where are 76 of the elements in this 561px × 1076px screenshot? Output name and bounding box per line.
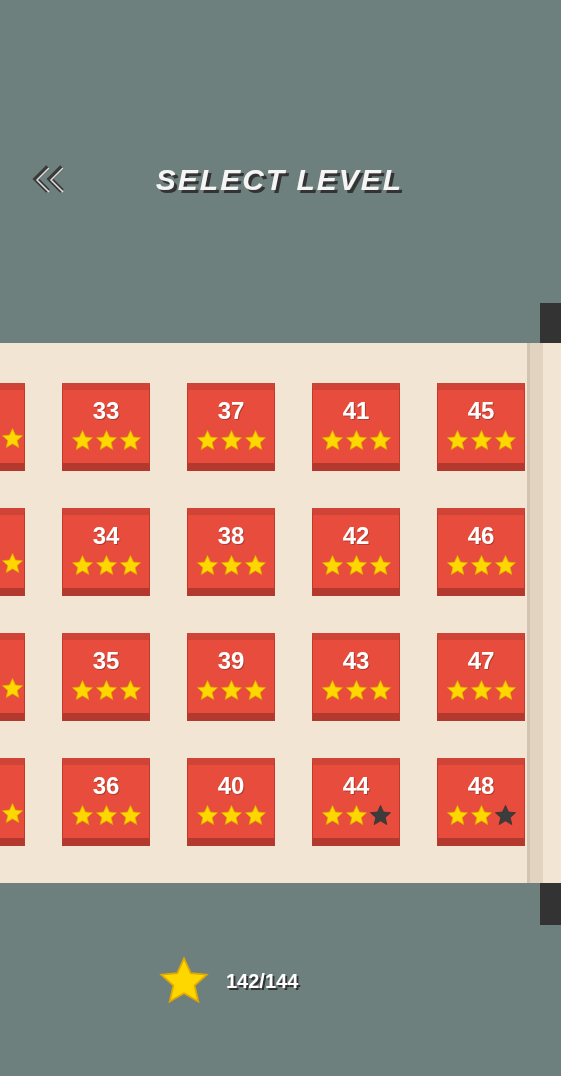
level-tile[interactable]: 43 <box>312 633 400 721</box>
star-icon <box>94 804 118 827</box>
star-icon <box>70 429 94 452</box>
level-tile[interactable]: 33 <box>62 383 150 471</box>
star-icon <box>320 679 344 702</box>
star-icon <box>469 429 493 452</box>
star-icon <box>344 804 368 827</box>
star-icon <box>1 802 24 825</box>
star-icon <box>1 677 24 700</box>
level-tile[interactable] <box>0 758 25 846</box>
star-icon <box>344 554 368 577</box>
star-icon <box>493 804 517 827</box>
level-tile[interactable]: 37 <box>187 383 275 471</box>
star-icon <box>368 429 392 452</box>
star-icon <box>219 679 243 702</box>
star-icon <box>118 554 142 577</box>
panel-edge <box>540 883 561 925</box>
level-tile[interactable]: 46 <box>437 508 525 596</box>
level-tile[interactable]: 35 <box>62 633 150 721</box>
star-icon <box>195 679 219 702</box>
star-icon <box>219 429 243 452</box>
level-tile[interactable]: 42 <box>312 508 400 596</box>
star-icon <box>320 554 344 577</box>
level-tile[interactable]: 45 <box>437 383 525 471</box>
star-icon <box>94 429 118 452</box>
level-tile[interactable]: 39 <box>187 633 275 721</box>
star-icon <box>493 679 517 702</box>
star-icon <box>118 804 142 827</box>
level-tile[interactable] <box>0 508 25 596</box>
star-icon <box>445 679 469 702</box>
star-icon <box>118 429 142 452</box>
star-icon <box>219 804 243 827</box>
level-tile[interactable]: 40 <box>187 758 275 846</box>
star-icon <box>445 429 469 452</box>
star-icon <box>445 804 469 827</box>
star-icon <box>195 804 219 827</box>
star-icon <box>243 679 267 702</box>
star-icon <box>70 679 94 702</box>
star-total: 142/144 <box>226 969 299 994</box>
star-icon <box>469 679 493 702</box>
star-icon <box>243 804 267 827</box>
star-icon <box>445 554 469 577</box>
star-icon <box>1 427 24 450</box>
star-icon <box>469 554 493 577</box>
level-tile[interactable]: 41 <box>312 383 400 471</box>
star-icon <box>320 804 344 827</box>
star-icon <box>368 804 392 827</box>
star-icon <box>243 429 267 452</box>
level-tile[interactable] <box>0 633 25 721</box>
star-icon <box>118 679 142 702</box>
star-icon <box>368 679 392 702</box>
screen-title: SELECT LEVEL <box>155 161 404 198</box>
level-tile[interactable]: 44 <box>312 758 400 846</box>
level-tile[interactable] <box>0 383 25 471</box>
level-tile[interactable]: 38 <box>187 508 275 596</box>
star-icon <box>493 429 517 452</box>
star-icon <box>243 554 267 577</box>
star-icon <box>1 552 24 575</box>
star-icon <box>94 679 118 702</box>
star-icon <box>368 554 392 577</box>
star-icon <box>195 554 219 577</box>
star-icon <box>195 429 219 452</box>
star-icon <box>219 554 243 577</box>
star-icon <box>493 554 517 577</box>
star-icon <box>344 679 368 702</box>
level-tile[interactable]: 47 <box>437 633 525 721</box>
level-tile[interactable]: 36 <box>62 758 150 846</box>
star-icon <box>70 804 94 827</box>
star-icon <box>94 554 118 577</box>
level-tile[interactable]: 48 <box>437 758 525 846</box>
star-icon <box>320 429 344 452</box>
panel-edge <box>540 303 561 343</box>
star-icon <box>70 554 94 577</box>
star-icon <box>344 429 368 452</box>
star-icon <box>469 804 493 827</box>
level-tile[interactable]: 34 <box>62 508 150 596</box>
